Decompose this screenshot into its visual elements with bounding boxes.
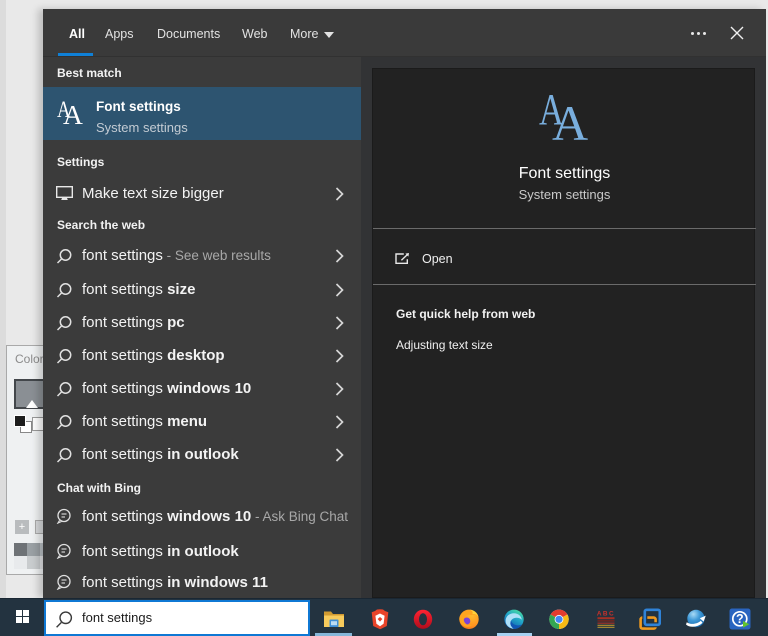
svg-text:?: ? <box>736 612 744 626</box>
svg-text:ABC: ABC <box>596 610 614 617</box>
